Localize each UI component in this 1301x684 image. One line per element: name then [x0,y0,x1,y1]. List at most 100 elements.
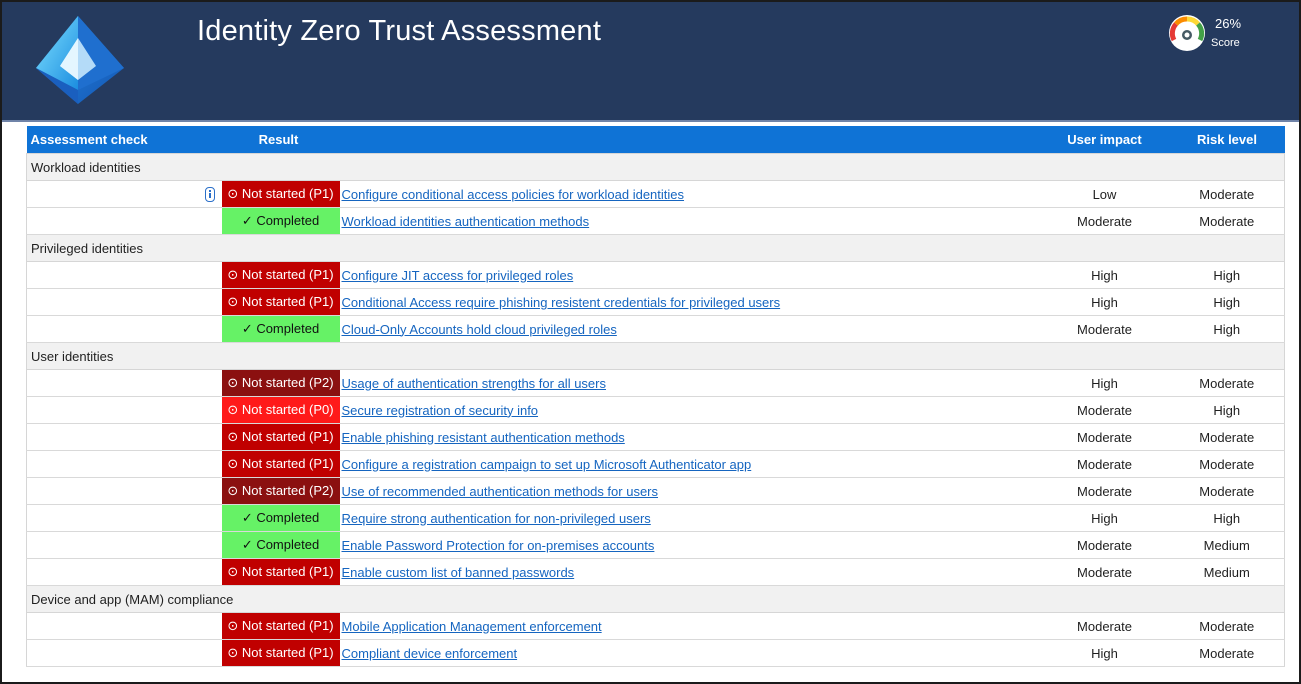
azure-entra-id-pyramid-icon [36,16,124,104]
user-impact-cell: Moderate [1039,558,1170,586]
risk-level-cell: Moderate [1169,180,1285,208]
row-spacer-cell [26,261,222,289]
table-row: ⊙ Not started (P1) Enable custom list of … [26,558,1285,586]
group-title: Device and app (MAM) compliance [26,585,1285,613]
assessment-check-cell: Require strong authentication for non-pr… [339,504,1040,532]
user-impact-cell: Moderate [1039,396,1170,424]
row-spacer-cell [26,531,222,559]
group-row: Device and app (MAM) compliance [26,585,1285,613]
user-impact-cell: High [1039,639,1170,667]
table-row: ✓ Completed Enable Password Protection fo… [26,531,1285,559]
assessment-check-cell: Cloud-Only Accounts hold cloud privilege… [339,315,1040,343]
row-spacer-cell [26,450,222,478]
risk-level-cell: Medium [1169,558,1285,586]
user-impact-cell: High [1039,504,1170,532]
assessment-check-link[interactable]: Compliant device enforcement [342,646,518,661]
assessment-check-cell: Compliant device enforcement [339,639,1040,667]
status-badge: ⊙ Not started (P1) [221,558,340,586]
table-row: ⊙ Not started (P1) Configure JIT access f… [26,261,1285,289]
status-badge: ⊙ Not started (P2) [221,369,340,397]
row-spacer-cell [26,477,222,505]
assessment-check-link[interactable]: Conditional Access require phishing resi… [342,295,781,310]
risk-level-cell: Medium [1169,531,1285,559]
report-window: Identity Zero Trust Assessment 26% Score… [0,0,1301,684]
assessment-check-link[interactable]: Secure registration of security info [342,403,539,418]
assessment-check-cell: Configure a registration campaign to set… [339,450,1040,478]
status-badge: ⊙ Not started (P1) [221,423,340,451]
table-row: ✓ Completed Cloud-Only Accounts hold clou… [26,315,1285,343]
row-spacer-cell [26,423,222,451]
assessment-check-link[interactable]: Usage of authentication strengths for al… [342,376,606,391]
group-row: Privileged identities [26,234,1285,262]
assessment-check-cell: Mobile Application Management enforcemen… [339,612,1040,640]
group-title: Privileged identities [26,234,1285,262]
assessment-table: Assessment check Result User impact Risk… [26,126,1285,667]
status-badge: ✓ Completed [221,315,340,343]
user-impact-cell: Moderate [1039,531,1170,559]
report-header: Identity Zero Trust Assessment 26% Score [2,2,1299,122]
page-title: Identity Zero Trust Assessment [197,15,602,47]
status-badge: ✓ Completed [221,504,340,532]
status-badge: ⊙ Not started (P2) [221,477,340,505]
assessment-check-cell: Conditional Access require phishing resi… [339,288,1040,316]
table-row: ✓ Completed Workload identities authentic… [26,207,1285,235]
assessment-check-link[interactable]: Configure JIT access for privileged role… [342,268,574,283]
assessment-check-link[interactable]: Workload identities authentication metho… [342,214,590,229]
assessment-check-cell: Enable Password Protection for on-premis… [339,531,1040,559]
table-row: ✓ Completed Require strong authentication… [26,504,1285,532]
column-header-check: Assessment check [26,126,222,154]
assessment-check-link[interactable]: Cloud-Only Accounts hold cloud privilege… [342,322,617,337]
group-row: User identities [26,342,1285,370]
row-spacer-cell [26,639,222,667]
column-header-spacer [339,126,1040,154]
group-title: Workload identities [26,153,1285,181]
user-impact-cell: Moderate [1039,423,1170,451]
assessment-check-link[interactable]: Configure conditional access policies fo… [342,187,685,202]
score-percent: 26% [1215,16,1242,31]
status-badge: ⊙ Not started (P1) [221,180,340,208]
assessment-check-link[interactable]: Enable Password Protection for on-premis… [342,538,655,553]
assessment-check-link[interactable]: Use of recommended authentication method… [342,484,659,499]
status-badge: ⊙ Not started (P1) [221,450,340,478]
risk-level-cell: High [1169,261,1285,289]
row-spacer-cell [26,315,222,343]
table-body: Workload identities ⊙ Not started (P1) Con… [26,153,1285,667]
status-badge: ⊙ Not started (P1) [221,612,340,640]
table-row: ⊙ Not started (P1) Enable phishing resist… [26,423,1285,451]
row-spacer-cell [26,207,222,235]
table-row: ⊙ Not started (P1) Configure conditional … [26,180,1285,208]
assessment-check-link[interactable]: Require strong authentication for non-pr… [342,511,651,526]
table-row: ⊙ Not started (P1) Conditional Access req… [26,288,1285,316]
assessment-check-cell: Configure JIT access for privileged role… [339,261,1040,289]
row-spacer-cell [26,612,222,640]
column-header-result: Result [221,126,340,154]
table-row: ⊙ Not started (P2) Usage of authenticatio… [26,369,1285,397]
risk-level-cell: Moderate [1169,612,1285,640]
assessment-check-cell: Enable phishing resistant authentication… [339,423,1040,451]
column-header-impact: User impact [1039,126,1170,154]
status-badge: ✓ Completed [221,207,340,235]
row-spacer-cell [26,396,222,424]
info-icon[interactable] [204,187,215,202]
score-label: Score [1211,37,1240,49]
user-impact-cell: Low [1039,180,1170,208]
group-row: Workload identities [26,153,1285,181]
user-impact-cell: High [1039,369,1170,397]
user-impact-cell: Moderate [1039,477,1170,505]
assessment-check-link[interactable]: Configure a registration campaign to set… [342,457,752,472]
row-spacer-cell [26,369,222,397]
assessment-check-link[interactable]: Mobile Application Management enforcemen… [342,619,602,634]
user-impact-cell: High [1039,261,1170,289]
risk-level-cell: Moderate [1169,639,1285,667]
table-header-row: Assessment check Result User impact Risk… [26,126,1285,154]
user-impact-cell: Moderate [1039,612,1170,640]
row-spacer-cell [26,504,222,532]
assessment-check-link[interactable]: Enable custom list of banned passwords [342,565,575,580]
assessment-check-link[interactable]: Enable phishing resistant authentication… [342,430,625,445]
risk-level-cell: Moderate [1169,207,1285,235]
user-impact-cell: Moderate [1039,315,1170,343]
risk-level-cell: High [1169,315,1285,343]
assessment-check-cell: Use of recommended authentication method… [339,477,1040,505]
assessment-check-cell: Usage of authentication strengths for al… [339,369,1040,397]
assessment-check-cell: Secure registration of security info [339,396,1040,424]
